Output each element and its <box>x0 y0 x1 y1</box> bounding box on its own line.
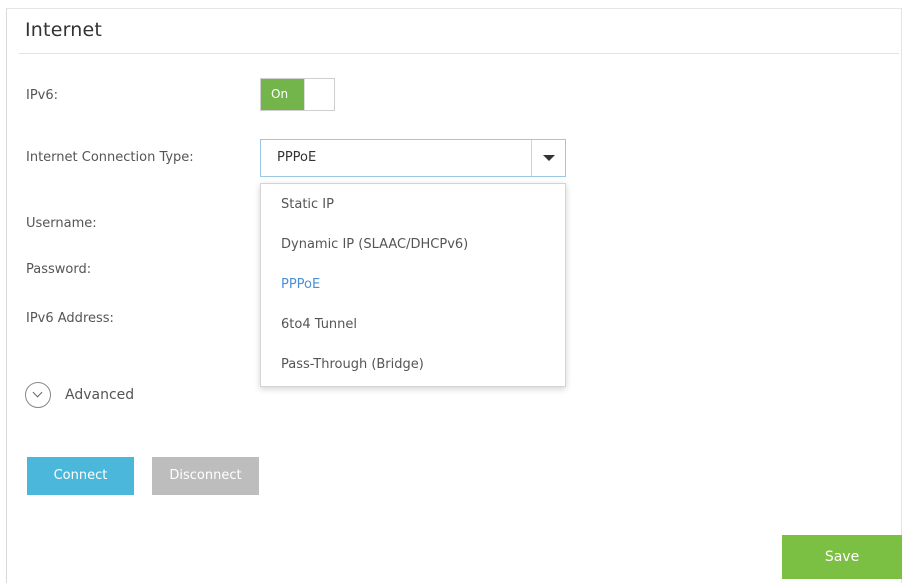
panel-right-border <box>901 8 902 583</box>
connection-type-value: PPPoE <box>277 150 317 165</box>
select-arrow-button[interactable] <box>531 140 565 176</box>
advanced-toggle[interactable]: Advanced <box>25 382 134 408</box>
save-button[interactable]: Save <box>782 535 902 579</box>
advanced-label: Advanced <box>65 387 135 403</box>
section-title: Internet <box>25 19 103 41</box>
password-label: Password: <box>26 262 92 277</box>
title-divider <box>19 53 899 54</box>
connection-type-label: Internet Connection Type: <box>26 150 194 165</box>
connection-type-select[interactable]: PPPoE <box>260 139 566 177</box>
username-label: Username: <box>26 216 97 231</box>
chevron-down-icon <box>543 155 555 161</box>
ipv6-toggle[interactable]: On <box>260 78 335 111</box>
toggle-knob <box>304 79 334 110</box>
dropdown-option-pppoe[interactable]: PPPoE <box>281 277 320 292</box>
ipv6-address-label: IPv6 Address: <box>26 311 114 326</box>
disconnect-button[interactable]: Disconnect <box>152 457 259 495</box>
dropdown-option-static-ip[interactable]: Static IP <box>281 197 334 212</box>
connection-type-dropdown: Static IP Dynamic IP (SLAAC/DHCPv6) PPPo… <box>260 183 566 387</box>
connect-button[interactable]: Connect <box>27 457 134 495</box>
ipv6-toggle-state: On <box>261 79 304 110</box>
chevron-down-circle-icon <box>25 382 51 408</box>
dropdown-option-dynamic-ip[interactable]: Dynamic IP (SLAAC/DHCPv6) <box>281 237 468 252</box>
ipv6-label: IPv6: <box>26 88 59 103</box>
dropdown-option-pass-through[interactable]: Pass-Through (Bridge) <box>281 357 424 372</box>
dropdown-option-6to4-tunnel[interactable]: 6to4 Tunnel <box>281 317 357 332</box>
